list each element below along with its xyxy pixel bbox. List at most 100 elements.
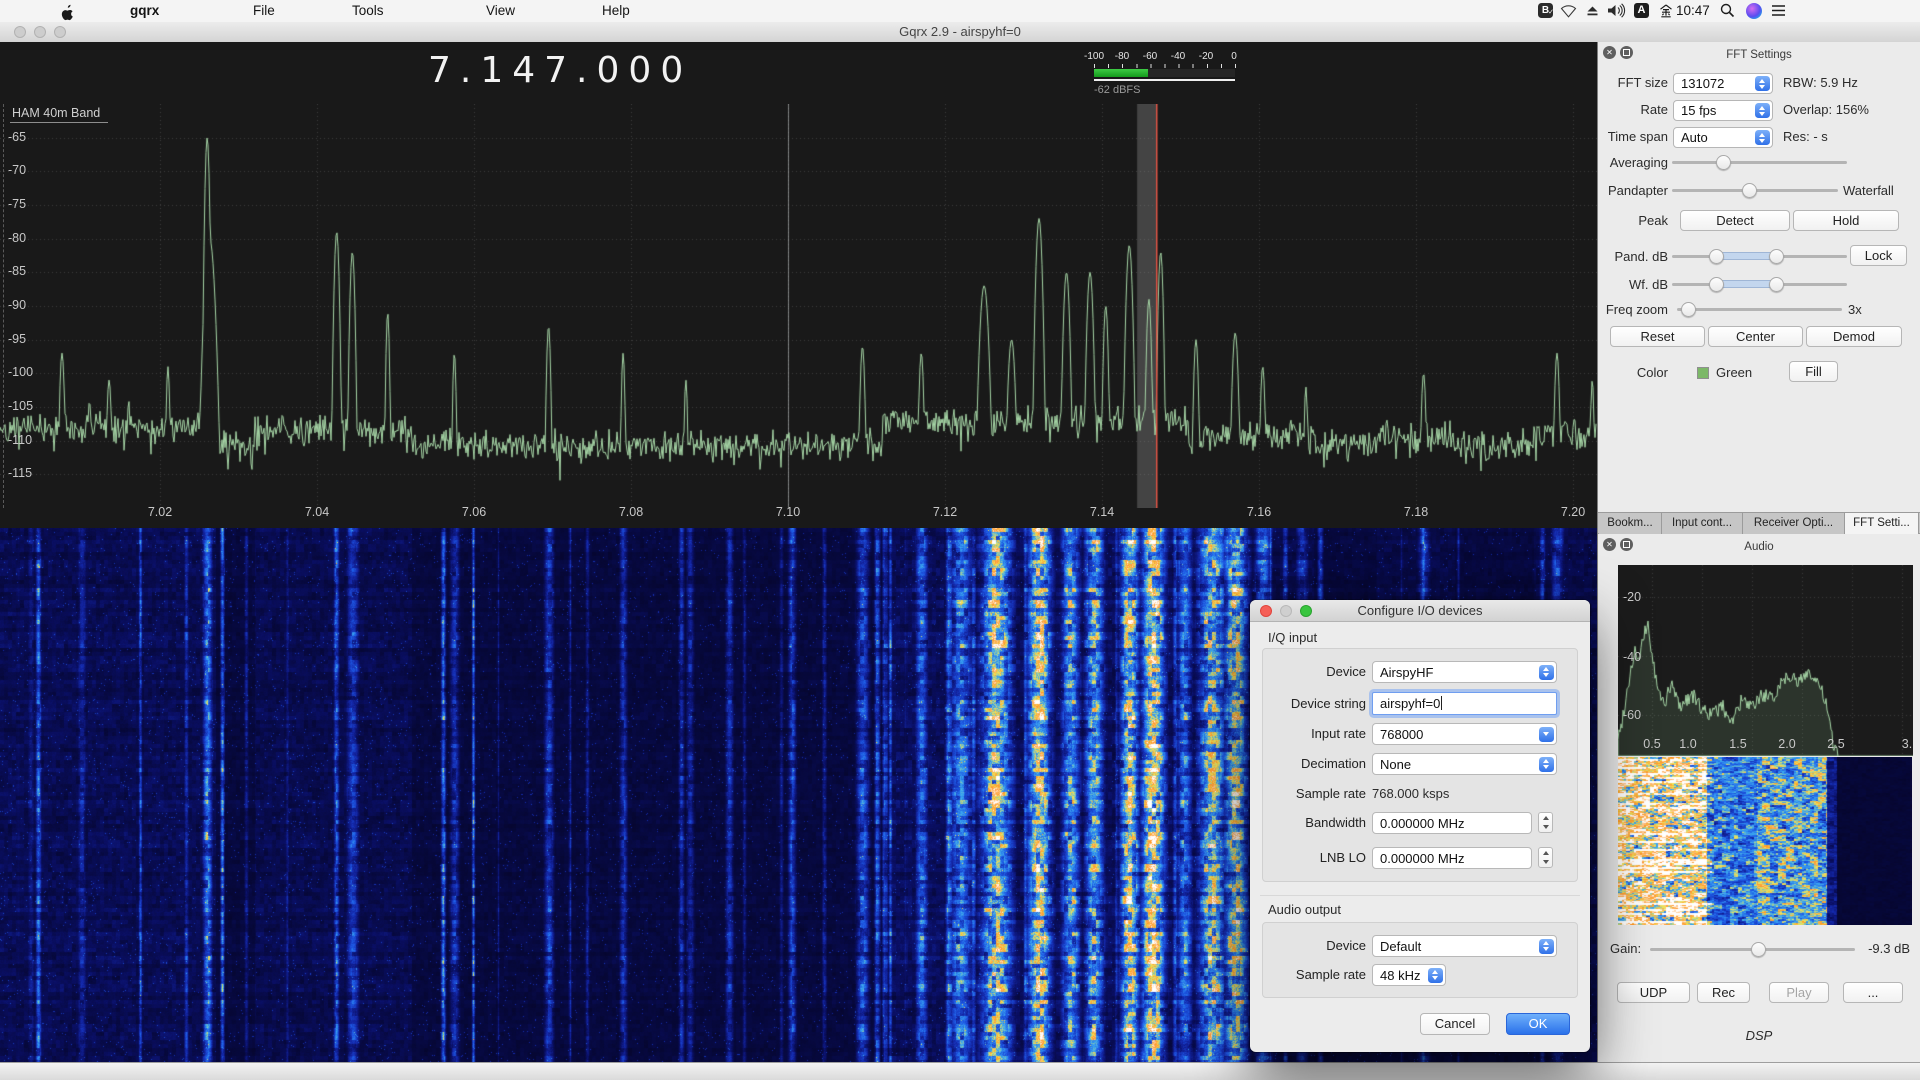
device-string-input[interactable]: airspyhf=0	[1372, 692, 1557, 715]
iq-group-label: I/Q input	[1268, 630, 1317, 645]
freq-axis-label: 7.12	[915, 505, 975, 519]
gain-label: Gain:	[1610, 941, 1641, 956]
signal-strength-meter: -100 -80 -60 -40 -20 0 -62 dBFS	[1082, 50, 1244, 98]
status-bar	[0, 1062, 1920, 1080]
input-rate-value: 768000	[1380, 727, 1423, 742]
wf-db-thumb-low[interactable]	[1709, 277, 1724, 292]
bandwidth-label: Bandwidth	[1262, 815, 1366, 830]
device-select[interactable]: AirspyHF	[1372, 661, 1557, 683]
menu-view[interactable]: View	[486, 0, 515, 22]
dropdown-icon[interactable]	[1539, 727, 1554, 742]
audio-freq-label: 0.5	[1637, 737, 1667, 751]
demod-button[interactable]: Demod	[1806, 326, 1902, 347]
meter-tick-label: -80	[1108, 51, 1136, 62]
text-caret	[1441, 696, 1442, 710]
stepper-icon[interactable]	[1755, 76, 1770, 91]
stepper-icon[interactable]	[1755, 103, 1770, 118]
meter-value: -62 dBFS	[1094, 84, 1140, 96]
menu-clock[interactable]: 10:47	[1676, 0, 1710, 22]
meter-tick-label: -60	[1136, 51, 1164, 62]
menu-tools[interactable]: Tools	[352, 0, 384, 22]
center-button[interactable]: Center	[1708, 326, 1803, 347]
audio-freq-label: 3.	[1892, 737, 1920, 751]
audio-db-label: -20	[1623, 590, 1641, 604]
rec-button[interactable]: Rec	[1697, 982, 1750, 1003]
pand-db-thumb-low[interactable]	[1709, 249, 1724, 264]
sample-rate-label: Sample rate	[1262, 786, 1366, 801]
wf-db-thumb-high[interactable]	[1769, 277, 1784, 292]
db-axis-label: -70	[8, 163, 26, 177]
decimation-select[interactable]: None	[1372, 753, 1557, 775]
reset-button[interactable]: Reset	[1610, 326, 1705, 347]
lnb-lo-label: LNB LO	[1262, 850, 1366, 865]
audio-spectrum	[1618, 565, 1913, 756]
fill-button[interactable]: Fill	[1789, 361, 1838, 382]
device-value: AirspyHF	[1380, 665, 1433, 680]
averaging-slider-thumb[interactable]	[1716, 155, 1731, 170]
gain-slider-thumb[interactable]	[1751, 942, 1766, 957]
input-rate-select[interactable]: 768000	[1372, 723, 1557, 745]
audio-freq-label: 2.0	[1772, 737, 1802, 751]
audio-options-button[interactable]: ...	[1843, 982, 1903, 1003]
freq-axis-label: 7.16	[1229, 505, 1289, 519]
bandwidth-stepper[interactable]	[1538, 812, 1553, 833]
color-value[interactable]: Green	[1716, 365, 1752, 380]
audio-freq-label: 2.5	[1821, 737, 1851, 751]
averaging-slider[interactable]	[1672, 161, 1847, 164]
menu-help[interactable]: Help	[602, 0, 630, 22]
color-label: Color	[1598, 365, 1668, 380]
menu-bar: gqrx File Tools View Help B✓ A 10:47	[0, 0, 1920, 23]
pand-db-thumb-high[interactable]	[1769, 249, 1784, 264]
udp-button[interactable]: UDP	[1617, 982, 1690, 1003]
tab-input-controls[interactable]: Input cont...	[1662, 512, 1743, 534]
rate-select[interactable]: 15 fps	[1673, 100, 1773, 121]
fft-size-select[interactable]: 131072	[1673, 73, 1773, 94]
stepper-icon[interactable]	[1428, 968, 1443, 983]
freq-axis-label: 7.08	[601, 505, 661, 519]
db-axis-label: -105	[8, 399, 33, 413]
peak-hold-button[interactable]: Hold	[1793, 210, 1899, 231]
out-device-label: Device	[1262, 938, 1366, 953]
stepper-icon[interactable]	[1539, 665, 1554, 680]
meter-tick-marks	[1094, 64, 1236, 68]
time-span-select[interactable]: Auto	[1673, 127, 1773, 148]
menu-app-name[interactable]: gqrx	[130, 0, 159, 22]
peak-detect-button[interactable]: Detect	[1680, 210, 1790, 231]
out-rate-select[interactable]: 48 kHz	[1372, 964, 1446, 986]
split-slider-thumb[interactable]	[1742, 183, 1757, 198]
gain-value: -9.3 dB	[1855, 941, 1910, 956]
dialog-separator	[1260, 895, 1580, 896]
window-title-bar: Gqrx 2.9 - airspyhf=0	[0, 22, 1920, 43]
waterfall-label: Waterfall	[1843, 183, 1894, 198]
freq-axis-label: 7.06	[444, 505, 504, 519]
db-axis-label: -100	[8, 365, 33, 379]
frequency-display[interactable]: 7.147.000	[428, 50, 692, 91]
color-swatch	[1697, 367, 1709, 379]
tab-fft-settings[interactable]: FFT Setti...	[1845, 512, 1919, 534]
lnb-lo-input[interactable]: 0.000000 MHz	[1372, 847, 1532, 869]
ok-button[interactable]: OK	[1506, 1013, 1570, 1035]
meter-bar-fill	[1094, 69, 1148, 77]
tab-receiver-options[interactable]: Receiver Opti...	[1743, 512, 1845, 534]
bandwidth-input[interactable]: 0.000000 MHz	[1372, 812, 1532, 834]
play-button[interactable]: Play	[1769, 982, 1829, 1003]
lock-button[interactable]: Lock	[1850, 245, 1907, 266]
freq-zoom-thumb[interactable]	[1681, 302, 1696, 317]
input-rate-label: Input rate	[1262, 726, 1366, 741]
out-device-select[interactable]: Default	[1372, 935, 1557, 957]
lnb-lo-stepper[interactable]	[1538, 847, 1553, 868]
stepper-icon[interactable]	[1755, 130, 1770, 145]
tab-bookmarks[interactable]: Bookm...	[1599, 512, 1662, 534]
audio-group-box	[1262, 922, 1578, 998]
stepper-icon[interactable]	[1539, 757, 1554, 772]
audio-db-label: -40	[1623, 650, 1641, 664]
cancel-button[interactable]: Cancel	[1420, 1013, 1490, 1035]
overlap-text: Overlap: 156%	[1783, 102, 1869, 117]
device-string-value: airspyhf=0	[1380, 696, 1442, 711]
stepper-icon[interactable]	[1539, 939, 1554, 954]
meter-tick-label: -40	[1164, 51, 1192, 62]
panadapter-spectrum[interactable]	[0, 104, 1597, 508]
apple-menu[interactable]	[60, 0, 75, 22]
freq-zoom-slider[interactable]	[1677, 308, 1842, 311]
menu-file[interactable]: File	[253, 0, 275, 22]
